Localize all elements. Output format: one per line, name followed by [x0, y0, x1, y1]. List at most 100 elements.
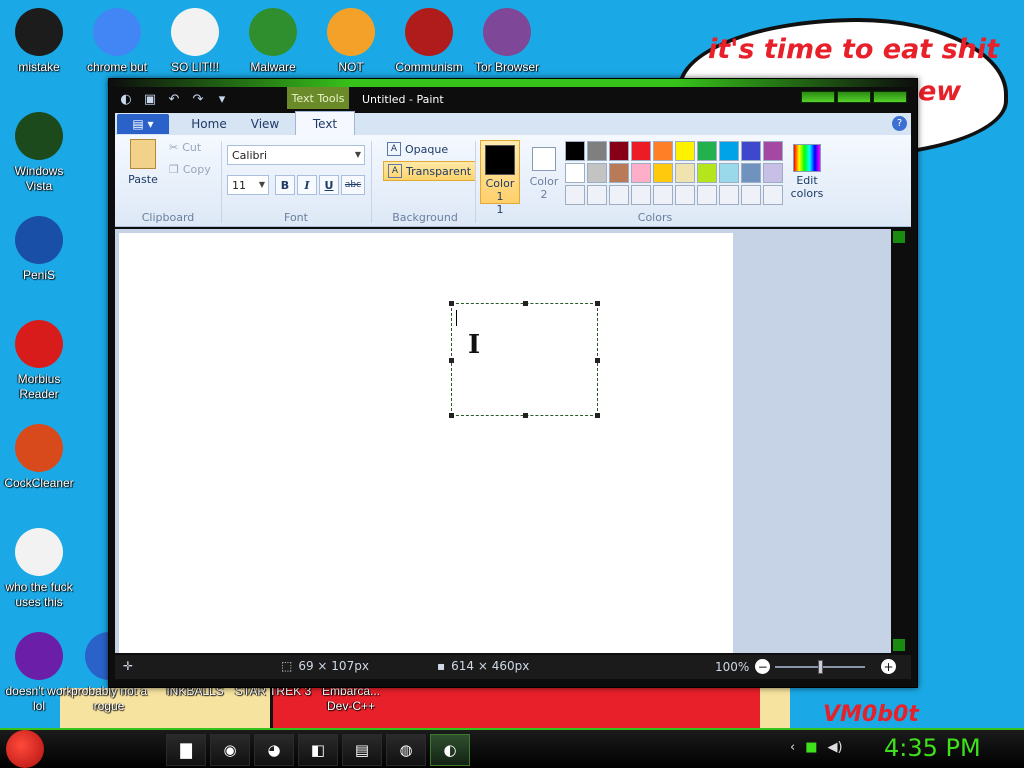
resize-handle[interactable] — [449, 301, 454, 306]
palette-swatch[interactable] — [719, 141, 739, 161]
paint-app-icon[interactable]: ◐ — [117, 90, 135, 108]
copy-button[interactable]: ❐ Copy — [169, 163, 211, 176]
vertical-scrollbar[interactable] — [891, 229, 907, 653]
palette-swatch[interactable] — [675, 141, 695, 161]
palette-swatch[interactable] — [631, 163, 651, 183]
resize-handle[interactable] — [523, 413, 528, 418]
taskbar-app-button[interactable]: ◕ — [254, 734, 294, 766]
taskbar-app-button[interactable]: ◍ — [386, 734, 426, 766]
palette-swatch[interactable] — [565, 141, 585, 161]
opaque-option[interactable]: A Opaque — [383, 139, 452, 159]
resize-handle[interactable] — [449, 358, 454, 363]
zoom-slider-thumb[interactable] — [818, 660, 823, 674]
palette-swatch[interactable] — [565, 185, 585, 205]
desktop-icon[interactable]: CockCleaner — [0, 424, 78, 491]
tab-view[interactable]: View — [237, 113, 293, 135]
palette-swatch[interactable] — [653, 141, 673, 161]
palette-swatch[interactable] — [741, 141, 761, 161]
desktop-icon-label: Windows Vista — [14, 164, 64, 193]
tab-home[interactable]: Home — [181, 113, 237, 135]
resize-handle[interactable] — [595, 358, 600, 363]
desktop-icon[interactable]: Tor Browser — [468, 8, 546, 75]
edit-colors-button[interactable]: Edit colors — [787, 140, 827, 200]
bold-button[interactable]: B — [275, 175, 295, 195]
zoom-out-button[interactable]: − — [755, 659, 771, 674]
taskbar-app-button[interactable]: ◧ — [298, 734, 338, 766]
resize-handle[interactable] — [595, 413, 600, 418]
undo-icon[interactable]: ↶ — [165, 90, 183, 108]
underline-button[interactable]: U — [319, 175, 339, 195]
volume-icon[interactable]: ◀) — [828, 740, 843, 755]
palette-swatch[interactable] — [631, 141, 651, 161]
palette-swatch[interactable] — [763, 185, 783, 205]
italic-button[interactable]: I — [297, 175, 317, 195]
palette-swatch[interactable] — [719, 163, 739, 183]
transparent-option[interactable]: A Transparent — [383, 161, 477, 181]
network-icon[interactable]: ■ — [805, 740, 817, 755]
scroll-down-button[interactable] — [893, 639, 905, 651]
desktop-icon[interactable]: mistake — [0, 8, 78, 75]
text-box[interactable]: I — [449, 301, 600, 418]
close-button[interactable] — [873, 91, 907, 103]
redo-icon[interactable]: ↷ — [189, 90, 207, 108]
palette-swatch[interactable] — [741, 185, 761, 205]
palette-swatch[interactable] — [587, 185, 607, 205]
desktop-icon[interactable]: Morbius Reader — [0, 320, 78, 402]
paint-window[interactable]: ◐ ▣ ↶ ↷ ▾ Text Tools Untitled - Paint ▤ … — [108, 78, 918, 688]
desktop-icon[interactable]: Windows Vista — [0, 112, 78, 194]
resize-handle[interactable] — [449, 413, 454, 418]
paint-menu-button[interactable]: ▤ ▾ — [117, 114, 169, 134]
palette-swatch[interactable] — [631, 185, 651, 205]
palette-swatch[interactable] — [587, 141, 607, 161]
desktop-icon-label: Malware — [250, 60, 296, 74]
desktop-icon[interactable]: Communism — [390, 8, 468, 75]
chevron-left-icon[interactable]: ‹ — [790, 740, 795, 755]
color-1-button[interactable]: Color 1 1 — [480, 140, 520, 216]
desktop-icon[interactable]: doesn't work lol — [0, 632, 78, 714]
desktop-icon[interactable]: PeniS — [0, 216, 78, 283]
color-2-button[interactable]: Color 2 — [525, 140, 563, 204]
palette-swatch[interactable] — [587, 163, 607, 183]
resize-handle[interactable] — [523, 301, 528, 306]
palette-swatch[interactable] — [675, 185, 695, 205]
clock[interactable]: 4:35 PM — [884, 734, 981, 762]
palette-swatch[interactable] — [741, 163, 761, 183]
resize-handle[interactable] — [595, 301, 600, 306]
taskbar-app-button[interactable]: ▇ — [166, 734, 206, 766]
font-size-select[interactable]: 11 ▼ — [227, 175, 269, 195]
palette-swatch[interactable] — [763, 141, 783, 161]
start-button[interactable] — [6, 730, 44, 768]
palette-swatch[interactable] — [675, 163, 695, 183]
paste-button[interactable]: Paste — [125, 139, 161, 186]
taskbar-app-button[interactable]: ◉ — [210, 734, 250, 766]
minimize-button[interactable] — [801, 91, 835, 103]
palette-swatch[interactable] — [719, 185, 739, 205]
desktop-icon[interactable]: SO LIT!!! — [156, 8, 234, 75]
palette-swatch[interactable] — [697, 185, 717, 205]
palette-swatch[interactable] — [697, 141, 717, 161]
scroll-up-button[interactable] — [893, 231, 905, 243]
maximize-button[interactable] — [837, 91, 871, 103]
cut-button[interactable]: ✂ Cut — [169, 141, 201, 154]
zoom-in-button[interactable]: + — [881, 659, 896, 674]
palette-swatch[interactable] — [609, 163, 629, 183]
palette-swatch[interactable] — [653, 163, 673, 183]
tab-text[interactable]: Text — [295, 111, 355, 135]
desktop-icon[interactable]: NOT — [312, 8, 390, 75]
desktop-icon[interactable]: Malware — [234, 8, 312, 75]
chevron-down-icon[interactable]: ▾ — [213, 90, 231, 108]
palette-swatch[interactable] — [763, 163, 783, 183]
font-family-select[interactable]: Calibri ▼ — [227, 145, 365, 165]
palette-swatch[interactable] — [653, 185, 673, 205]
taskbar-app-button[interactable]: ▤ — [342, 734, 382, 766]
palette-swatch[interactable] — [565, 163, 585, 183]
save-icon[interactable]: ▣ — [141, 90, 159, 108]
desktop-icon[interactable]: who the fuck uses this — [0, 528, 78, 610]
taskbar-app-button[interactable]: ◐ — [430, 734, 470, 766]
palette-swatch[interactable] — [697, 163, 717, 183]
palette-swatch[interactable] — [609, 141, 629, 161]
palette-swatch[interactable] — [609, 185, 629, 205]
strikethrough-button[interactable]: abc — [341, 175, 365, 195]
drawing-canvas[interactable]: I — [119, 233, 733, 653]
help-icon[interactable]: ? — [892, 116, 907, 131]
